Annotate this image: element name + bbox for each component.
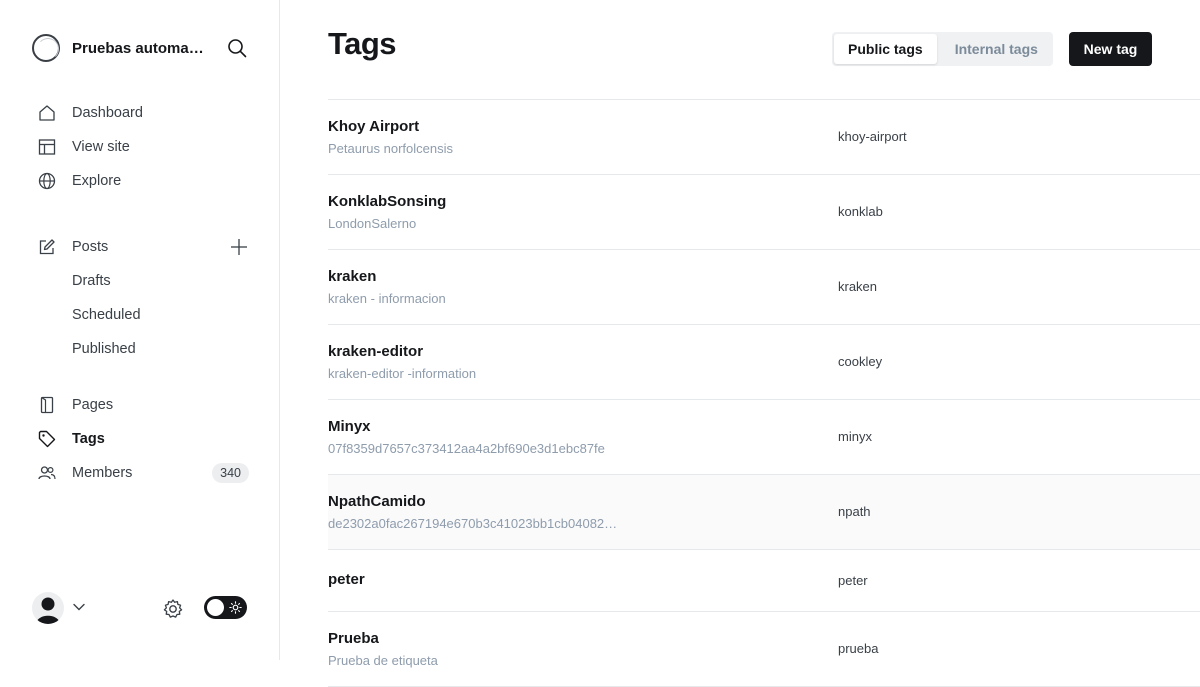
nav-label: Posts [72,239,109,255]
nav-label: Pages [72,397,114,413]
nav-item-posts[interactable]: Posts [30,230,252,264]
gear-icon[interactable] [162,598,184,620]
new-tag-button[interactable]: New tag [1069,32,1152,66]
tag-description: kraken-editor -information [328,366,477,381]
tag-slug: peter [838,573,868,588]
site-title: Pruebas automa… [72,39,204,57]
page-title: Tags [328,26,397,61]
tab-public-tags[interactable]: Public tags [834,34,937,64]
users-icon [38,464,56,482]
nav-item-view-site[interactable]: View site [30,130,252,164]
sidebar: Pruebas automa… Dashboard View site Expl… [0,0,280,660]
tag-slug: npath [838,504,871,519]
sun-icon [229,601,242,614]
tag-row[interactable]: kraken-editor kraken-editor -information… [328,325,1200,400]
new-post-plus-icon[interactable] [230,238,248,256]
tag-description: Petaurus norfolcensis [328,141,454,156]
tag-slug: cookley [838,354,883,369]
tag-description: de2302a0fac267194e670b3c41023bb1cb04082… [328,516,618,531]
tag-row[interactable]: kraken kraken - informacion kraken [328,250,1200,325]
tag-name: KonklabSonsing [328,193,447,210]
edit-icon [38,238,56,256]
layout-icon [38,138,56,156]
tag-name: kraken-editor [328,343,424,360]
tag-slug: kraken [838,279,878,294]
tag-name: Minyx [328,418,371,435]
nav-item-explore[interactable]: Explore [30,164,252,198]
nav-label: Members [72,465,133,481]
tag-description: Prueba de etiqueta [328,653,438,668]
tag-row[interactable]: Khoy Airport Petaurus norfolcensis khoy-… [328,100,1200,175]
primary-nav: Dashboard View site Explore [30,96,252,198]
nav-label: Tags [72,431,105,447]
nav-label: View site [72,139,130,155]
nav-label: Published [72,341,136,357]
main-content: Tags Public tags Internal tags New tag K… [280,0,1200,687]
nav-item-tags[interactable]: Tags [30,422,252,456]
nav-label: Explore [72,173,122,189]
tag-name: Khoy Airport [328,118,420,135]
tag-row[interactable]: KonklabSonsing LondonSalerno konklab [328,175,1200,250]
page-icon [38,396,56,414]
members-count-badge: 340 [212,463,249,483]
tag-slug: konklab [838,204,883,219]
nav-label: Dashboard [72,105,143,121]
nav-item-members[interactable]: Members 340 [30,456,252,490]
theme-toggle[interactable] [204,596,247,619]
home-icon [38,104,56,122]
tag-name: Prueba [328,630,379,647]
user-avatar[interactable] [32,592,64,624]
nav-item-dashboard[interactable]: Dashboard [30,96,252,130]
nav-item-pages[interactable]: Pages [30,388,252,422]
tag-row[interactable]: peter peter [328,550,1200,612]
tag-name: peter [328,571,365,588]
search-icon[interactable] [226,37,248,59]
tag-slug: prueba [838,641,879,656]
tag-name: NpathCamido [328,493,426,510]
tag-type-tabs: Public tags Internal tags [832,32,1053,66]
tags-list: Khoy Airport Petaurus norfolcensis khoy-… [328,99,1200,687]
globe-icon [38,172,56,190]
toggle-knob [207,599,224,616]
sidebar-footer [32,590,248,626]
tag-description: 07f8359d7657c373412aa4a2bf690e3d1ebc87fe [328,441,605,456]
tag-name: kraken [328,268,377,285]
site-brand[interactable]: Pruebas automa… [32,32,207,64]
nav-item-published[interactable]: Published [30,332,252,366]
tag-row[interactable]: Prueba Prueba de etiqueta prueba [328,612,1200,687]
tag-row[interactable]: NpathCamido de2302a0fac267194e670b3c4102… [328,475,1200,550]
tab-internal-tags[interactable]: Internal tags [941,34,1052,64]
site-logo [32,34,60,62]
nav-label: Scheduled [72,307,141,323]
tag-row[interactable]: Minyx 07f8359d7657c373412aa4a2bf690e3d1e… [328,400,1200,475]
nav-item-scheduled[interactable]: Scheduled [30,298,252,332]
chevron-down-icon[interactable] [72,600,86,614]
nav-label: Drafts [72,273,111,289]
nav-item-drafts[interactable]: Drafts [30,264,252,298]
tag-description: kraken - informacion [328,291,446,306]
posts-nav: Posts Drafts Scheduled Published [30,230,252,366]
tag-icon [38,430,56,448]
tag-description: LondonSalerno [328,216,417,231]
tag-slug: khoy-airport [838,129,907,144]
secondary-nav: Pages Tags Members 340 [30,388,252,490]
tag-slug: minyx [838,429,872,444]
